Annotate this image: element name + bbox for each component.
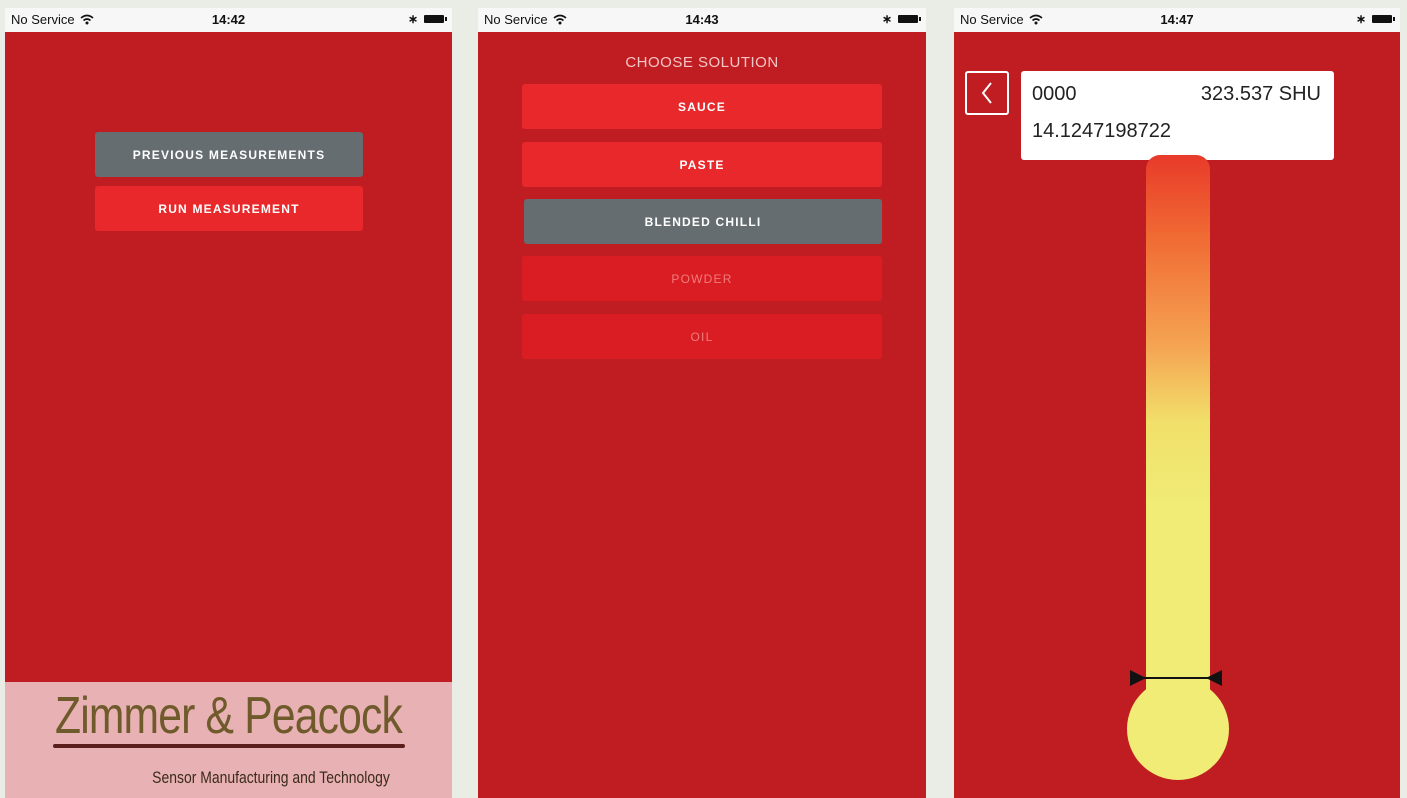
sample-code: 0000 (1032, 83, 1077, 105)
home-screen: No Service 14:42 ∗ PREVIOUS MEASUREMENTS… (5, 8, 452, 798)
option-paste-button[interactable]: PASTE (522, 142, 882, 187)
choose-solution-screen: No Service 14:43 ∗ CHOOSE SOLUTION SAUCE… (478, 8, 926, 798)
option-oil-button[interactable]: OIL (522, 314, 882, 359)
bluetooth-icon: ∗ (881, 12, 892, 26)
thermometer-tube (1146, 155, 1210, 738)
status-bar: No Service 14:43 ∗ (478, 8, 926, 32)
back-chevron-icon (981, 82, 992, 104)
brand-footer: Zimmer & Peacock Sensor Manufacturing an… (5, 682, 452, 798)
brand-logo-text: Zimmer & Peacock (54, 687, 403, 745)
clock: 14:43 (685, 12, 719, 27)
thermometer-bulb (1127, 678, 1229, 780)
option-blended-chilli-button[interactable]: BLENDED CHILLI (524, 199, 882, 244)
brand-underline (53, 744, 405, 748)
status-bar: No Service 14:42 ∗ (5, 8, 452, 32)
option-powder-button[interactable]: POWDER (522, 256, 882, 301)
measurement-readout: 0000 323.537 SHU 14.1247198722 (1021, 71, 1334, 160)
clock: 14:42 (211, 12, 246, 27)
choose-solution-heading: CHOOSE SOLUTION (625, 54, 779, 71)
status-bar: No Service 14:47 ∗ (954, 8, 1400, 32)
raw-value: 14.1247198722 (1032, 120, 1172, 142)
bluetooth-icon: ∗ (1355, 12, 1366, 26)
bluetooth-icon: ∗ (407, 12, 418, 26)
option-sauce-button[interactable]: SAUCE (522, 84, 882, 129)
previous-measurements-button[interactable]: PREVIOUS MEASUREMENTS (95, 132, 363, 177)
battery-icon (1372, 15, 1395, 23)
back-button[interactable] (965, 71, 1009, 115)
brand-tagline: Sensor Manufacturing and Technology (152, 768, 390, 787)
battery-icon (898, 15, 921, 23)
clock: 14:47 (1160, 12, 1194, 27)
measurement-screen: No Service 14:47 ∗ 0000 323.537 SHU 14.1… (954, 8, 1400, 798)
shu-value: 323.537 SHU (1200, 83, 1321, 105)
run-measurement-button[interactable]: RUN MEASUREMENT (95, 186, 363, 231)
level-marker (1130, 670, 1222, 686)
battery-icon (424, 15, 447, 23)
